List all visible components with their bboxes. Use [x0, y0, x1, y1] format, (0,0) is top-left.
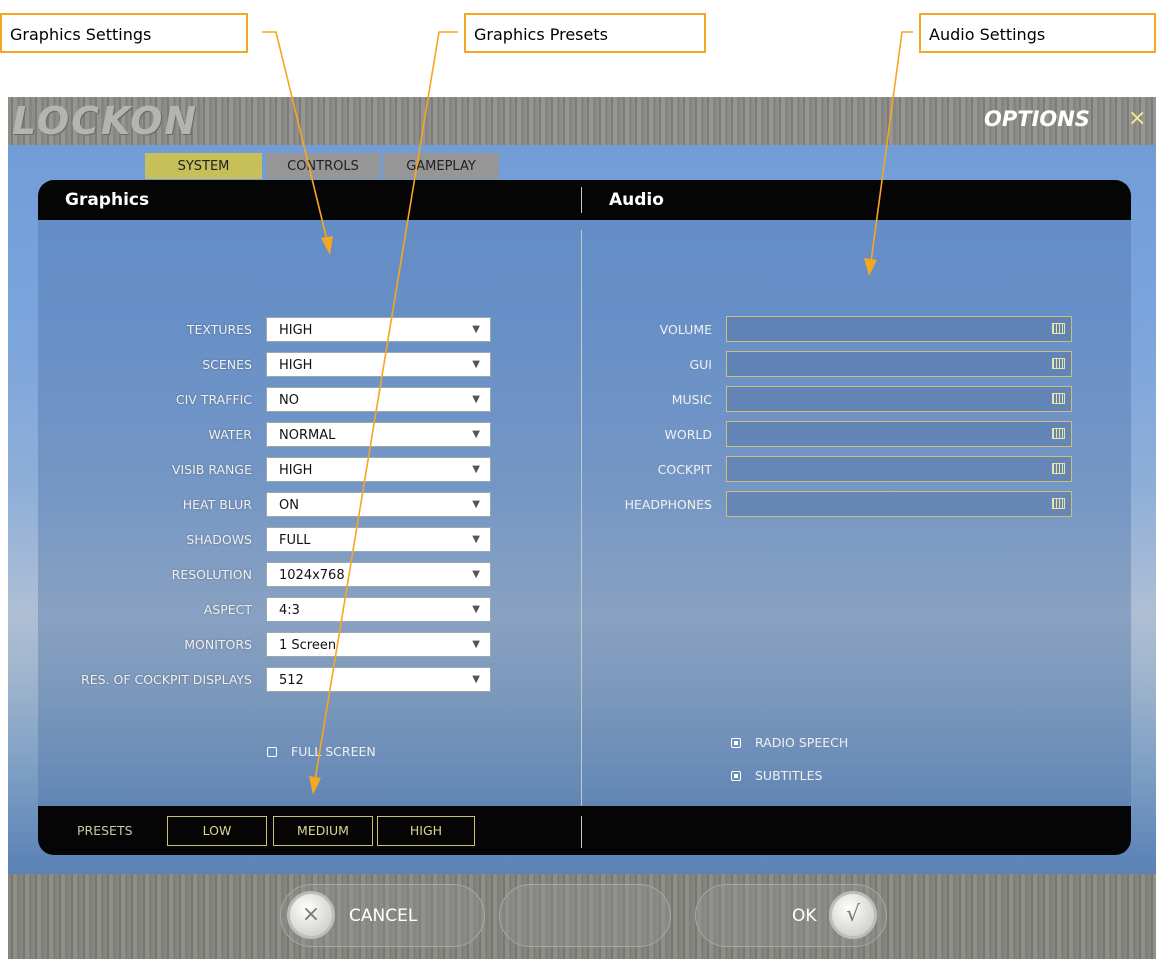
slider-handle[interactable]: [1052, 463, 1065, 474]
select-heat-blur[interactable]: ON ▼: [266, 492, 491, 517]
cockpit-slider[interactable]: [726, 456, 1072, 482]
select-res-cockpit-displays[interactable]: 512 ▼: [266, 667, 491, 692]
blank-button: [499, 884, 671, 947]
callout-audio-settings: Audio Settings: [919, 13, 1156, 53]
select-shadows[interactable]: FULL ▼: [266, 527, 491, 552]
subtitles-label: SUBTITLES: [755, 768, 823, 783]
label-aspect: ASPECT: [203, 602, 252, 617]
full-screen-label: FULL SCREEN: [291, 744, 376, 759]
ok-button[interactable]: OK √: [695, 884, 887, 947]
label-cockpit: COCKPIT: [657, 462, 712, 477]
panel-divider: [581, 230, 582, 806]
callout-graphics-settings: Graphics Settings: [0, 13, 248, 53]
options-panel: Graphics Audio TEXTURES HIGH ▼ SCENES HIG…: [38, 180, 1131, 855]
label-world: WORLD: [664, 427, 712, 442]
chevron-down-icon: ▼: [472, 359, 480, 370]
select-monitors[interactable]: 1 Screen ▼: [266, 632, 491, 657]
close-icon: ×: [287, 891, 335, 939]
chevron-down-icon: ▼: [472, 639, 480, 650]
ok-label: OK: [792, 906, 817, 926]
chevron-down-icon: ▼: [472, 604, 480, 615]
select-textures[interactable]: HIGH ▼: [266, 317, 491, 342]
label-monitors: MONITORS: [184, 637, 252, 652]
panel-header: Graphics Audio: [38, 180, 1131, 220]
preset-low-button[interactable]: LOW: [167, 816, 267, 846]
cancel-label: CANCEL: [349, 906, 418, 926]
chevron-down-icon: ▼: [472, 394, 480, 405]
label-civ-traffic: CIV TRAFFIC: [175, 392, 252, 407]
select-value: NORMAL: [279, 428, 336, 443]
tab-gameplay[interactable]: GAMEPLAY: [383, 153, 499, 179]
select-value: 4:3: [279, 603, 300, 618]
full-screen-checkbox[interactable]: [267, 747, 277, 757]
label-water: WATER: [208, 427, 252, 442]
close-icon[interactable]: ×: [1128, 106, 1146, 131]
label-gui: GUI: [689, 357, 712, 372]
label-volume: VOLUME: [659, 322, 712, 337]
select-value: 512: [279, 673, 304, 688]
world-slider[interactable]: [726, 421, 1072, 447]
label-music: MUSIC: [671, 392, 712, 407]
label-shadows: SHADOWS: [186, 532, 252, 547]
presets-label: PRESETS: [77, 823, 133, 838]
slider-handle[interactable]: [1052, 428, 1065, 439]
select-value: 1 Screen: [279, 638, 337, 653]
select-value: NO: [279, 393, 299, 408]
label-headphones: HEADPHONES: [624, 497, 712, 512]
presets-bar: PRESETS LOW MEDIUM HIGH: [38, 806, 1131, 855]
radio-speech-checkbox[interactable]: [731, 738, 741, 748]
label-heat-blur: HEAT BLUR: [182, 497, 252, 512]
select-value: 1024x768: [279, 568, 345, 583]
select-resolution[interactable]: 1024x768 ▼: [266, 562, 491, 587]
graphics-title: Graphics: [65, 190, 150, 210]
radio-speech-label: RADIO SPEECH: [755, 735, 849, 750]
select-value: FULL: [279, 533, 311, 548]
tab-system[interactable]: SYSTEM: [145, 153, 262, 179]
chevron-down-icon: ▼: [472, 324, 480, 335]
slider-handle[interactable]: [1052, 358, 1065, 369]
title-bar: LOCKON OPTIONS ×: [8, 97, 1156, 145]
checkmark-icon: √: [829, 891, 877, 939]
select-civ-traffic[interactable]: NO ▼: [266, 387, 491, 412]
bottom-bar: × CANCEL OK √: [8, 874, 1156, 959]
subtitles-checkbox[interactable]: [731, 771, 741, 781]
select-value: HIGH: [279, 463, 313, 478]
header-divider: [581, 187, 582, 213]
select-value: HIGH: [279, 358, 313, 373]
preset-high-button[interactable]: HIGH: [377, 816, 475, 846]
select-value: HIGH: [279, 323, 313, 338]
slider-handle[interactable]: [1052, 393, 1065, 404]
chevron-down-icon: ▼: [472, 464, 480, 475]
tab-controls[interactable]: CONTROLS: [266, 153, 380, 179]
audio-title: Audio: [609, 190, 664, 210]
select-water[interactable]: NORMAL ▼: [266, 422, 491, 447]
select-aspect[interactable]: 4:3 ▼: [266, 597, 491, 622]
label-res-cockpit-displays: RES. OF COCKPIT DISPLAYS: [81, 672, 252, 687]
label-resolution: RESOLUTION: [171, 567, 252, 582]
chevron-down-icon: ▼: [472, 499, 480, 510]
slider-handle[interactable]: [1052, 498, 1065, 509]
preset-medium-button[interactable]: MEDIUM: [273, 816, 373, 846]
chevron-down-icon: ▼: [472, 429, 480, 440]
lockon-logo: LOCKON: [12, 99, 199, 143]
label-visib-range: VISIB RANGE: [171, 462, 252, 477]
slider-handle[interactable]: [1052, 323, 1065, 334]
chevron-down-icon: ▼: [472, 569, 480, 580]
headphones-slider[interactable]: [726, 491, 1072, 517]
gui-slider[interactable]: [726, 351, 1072, 377]
volume-slider[interactable]: [726, 316, 1072, 342]
music-slider[interactable]: [726, 386, 1072, 412]
label-scenes: SCENES: [202, 357, 252, 372]
select-value: ON: [279, 498, 299, 513]
select-scenes[interactable]: HIGH ▼: [266, 352, 491, 377]
footer-divider: [581, 816, 582, 848]
page-title: OPTIONS: [984, 107, 1090, 131]
chevron-down-icon: ▼: [472, 674, 480, 685]
options-screen: LOCKON OPTIONS × SYSTEM CONTROLS GAMEPLA…: [8, 97, 1156, 959]
select-visib-range[interactable]: HIGH ▼: [266, 457, 491, 482]
label-textures: TEXTURES: [186, 322, 252, 337]
callout-graphics-presets: Graphics Presets: [464, 13, 706, 53]
chevron-down-icon: ▼: [472, 534, 480, 545]
cancel-button[interactable]: × CANCEL: [280, 884, 485, 947]
